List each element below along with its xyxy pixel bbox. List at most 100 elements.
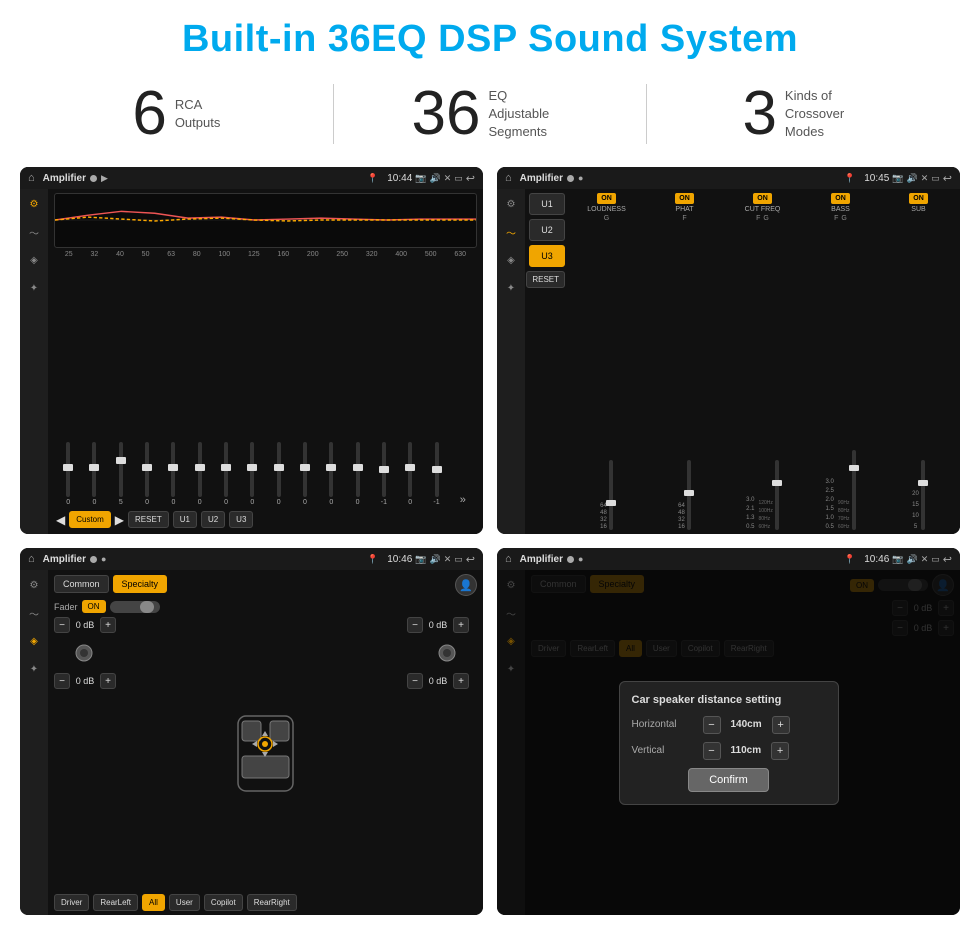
bass-vslider[interactable] <box>852 450 856 530</box>
sidebar-eq-icon[interactable]: ⚙ <box>25 195 43 213</box>
ch-u2-btn[interactable]: U2 <box>529 219 565 241</box>
slider-col-9: 0 <box>267 442 291 506</box>
more-icon[interactable]: » <box>460 494 466 506</box>
slider-track-8[interactable] <box>250 442 254 497</box>
slider-track-10[interactable] <box>303 442 307 497</box>
cutfreq-vslider[interactable] <box>775 460 779 530</box>
sub-on-btn[interactable]: ON <box>909 193 928 204</box>
app-name-3: Amplifier <box>43 554 86 565</box>
speaker-tabs: Common Specialty <box>54 575 167 593</box>
x-icon-4: ✕ <box>921 554 929 565</box>
sidebar-wave2-icon[interactable]: 〜 <box>502 223 520 241</box>
vol-plus-br[interactable]: + <box>453 673 469 689</box>
stat-crossover-number: 3 <box>742 83 776 145</box>
sidebar-cross3-icon[interactable]: ✦ <box>25 660 43 678</box>
next-btn[interactable]: ▶ <box>115 513 124 527</box>
prev-btn[interactable]: ◀ <box>56 513 65 527</box>
copilot-btn[interactable]: Copilot <box>204 894 243 911</box>
specialty-tab[interactable]: Specialty <box>113 575 168 593</box>
slider-col-3: 5 <box>109 442 133 506</box>
slider-track-12[interactable] <box>356 442 360 497</box>
sidebar-cross2-icon[interactable]: ✦ <box>502 279 520 297</box>
spk-bottom-btns: Driver RearLeft All User Copilot RearRig… <box>54 894 477 911</box>
rearright-btn[interactable]: RearRight <box>247 894 297 911</box>
sidebar-spk3-icon[interactable]: ◈ <box>25 632 43 650</box>
loudness-vslider[interactable] <box>609 460 613 530</box>
slider-track-7[interactable] <box>224 442 228 497</box>
dialog-vertical-minus[interactable]: − <box>703 742 721 760</box>
vol-minus-br[interactable]: − <box>407 673 423 689</box>
u3-btn[interactable]: U3 <box>229 511 253 528</box>
cutfreq-on-btn[interactable]: ON <box>753 193 772 204</box>
sidebar-wave-icon[interactable]: 〜 <box>25 223 43 241</box>
sq-icon-1: ▭ <box>454 173 463 184</box>
slider-track-2[interactable] <box>92 442 96 497</box>
sidebar-cross-icon[interactable]: ✦ <box>25 279 43 297</box>
slider-track-9[interactable] <box>277 442 281 497</box>
user-btn[interactable]: User <box>169 894 200 911</box>
vol-plus-tl[interactable]: + <box>100 617 116 633</box>
vol-minus-tl[interactable]: − <box>54 617 70 633</box>
bass-on-btn[interactable]: ON <box>831 193 850 204</box>
dialog-horizontal-minus[interactable]: − <box>703 716 721 734</box>
sidebar-eq3-icon[interactable]: ⚙ <box>25 576 43 594</box>
vol-icon-3: 🔊 <box>430 554 441 565</box>
slider-track-4[interactable] <box>145 442 149 497</box>
stat-rca: 6 RCA Outputs <box>20 83 333 145</box>
stat-crossover: 3 Kinds of Crossover Modes <box>647 83 960 145</box>
ch-u3-btn[interactable]: U3 <box>529 245 565 267</box>
slider-track-15[interactable] <box>435 442 439 497</box>
rearleft-btn[interactable]: RearLeft <box>93 894 138 911</box>
dialog-vertical-label: Vertical <box>632 745 697 756</box>
reset-btn-1[interactable]: RESET <box>128 511 169 528</box>
dot-icon-4 <box>567 556 574 563</box>
u1-btn[interactable]: U1 <box>173 511 197 528</box>
slider-track-1[interactable] <box>66 442 70 497</box>
vol-plus-bl[interactable]: + <box>100 673 116 689</box>
sidebar-spk-icon[interactable]: ◈ <box>25 251 43 269</box>
home-icon-2: ⌂ <box>505 172 512 184</box>
profile-icon-3[interactable]: 👤 <box>455 574 477 596</box>
spk-diagram <box>130 617 401 890</box>
u2-btn[interactable]: U2 <box>201 511 225 528</box>
loudness-on-btn[interactable]: ON <box>597 193 616 204</box>
slider-col-6: 0 <box>188 442 212 506</box>
phat-vslider[interactable] <box>687 460 691 530</box>
vol-plus-tr[interactable]: + <box>453 617 469 633</box>
sub-vslider[interactable] <box>921 460 925 530</box>
dot-icon-2 <box>567 175 574 182</box>
slider-track-6[interactable] <box>198 442 202 497</box>
ch-u1-btn[interactable]: U1 <box>529 193 565 215</box>
dialog-horizontal-plus[interactable]: + <box>772 716 790 734</box>
vol-val-tl: 0 dB <box>73 620 97 630</box>
sq-icon-2: ▭ <box>931 173 940 184</box>
confirm-button[interactable]: Confirm <box>688 768 769 792</box>
fader-slider[interactable] <box>110 601 160 613</box>
dialog-vertical-plus[interactable]: + <box>771 742 789 760</box>
sidebar-spk2-icon[interactable]: ◈ <box>502 251 520 269</box>
reset-btn-2[interactable]: RESET <box>526 271 565 288</box>
pin-icon-1: 📍 <box>367 173 378 184</box>
slider-track-13[interactable] <box>382 442 386 497</box>
custom-btn[interactable]: Custom <box>69 511 111 528</box>
time-2: 10:45 <box>864 173 889 184</box>
mixer-channels: ON LOUDNESS G 64 48 32 16 <box>569 193 956 530</box>
x-icon-1: ✕ <box>444 173 452 184</box>
vol-val-bl: 0 dB <box>73 676 97 686</box>
fader-on-btn[interactable]: ON <box>82 600 106 613</box>
driver-btn[interactable]: Driver <box>54 894 89 911</box>
vol-minus-bl[interactable]: − <box>54 673 70 689</box>
sidebar-wave3-icon[interactable]: 〜 <box>25 604 43 622</box>
slider-track-14[interactable] <box>408 442 412 497</box>
status-bar-1: ⌂ Amplifier ▶ 📍 10:44 📷 🔊 ✕ ▭ ↩ <box>20 167 483 189</box>
all-btn[interactable]: All <box>142 894 165 911</box>
slider-track-5[interactable] <box>171 442 175 497</box>
slider-track-11[interactable] <box>329 442 333 497</box>
vol-minus-tr[interactable]: − <box>407 617 423 633</box>
common-tab[interactable]: Common <box>54 575 109 593</box>
slider-track-3[interactable] <box>119 442 123 497</box>
phat-on-btn[interactable]: ON <box>675 193 694 204</box>
mixer-area: U1 U2 U3 RESET ON LOUDNESS G <box>525 189 960 534</box>
vol-icon-4: 🔊 <box>907 554 918 565</box>
sidebar-eq2-icon[interactable]: ⚙ <box>502 195 520 213</box>
